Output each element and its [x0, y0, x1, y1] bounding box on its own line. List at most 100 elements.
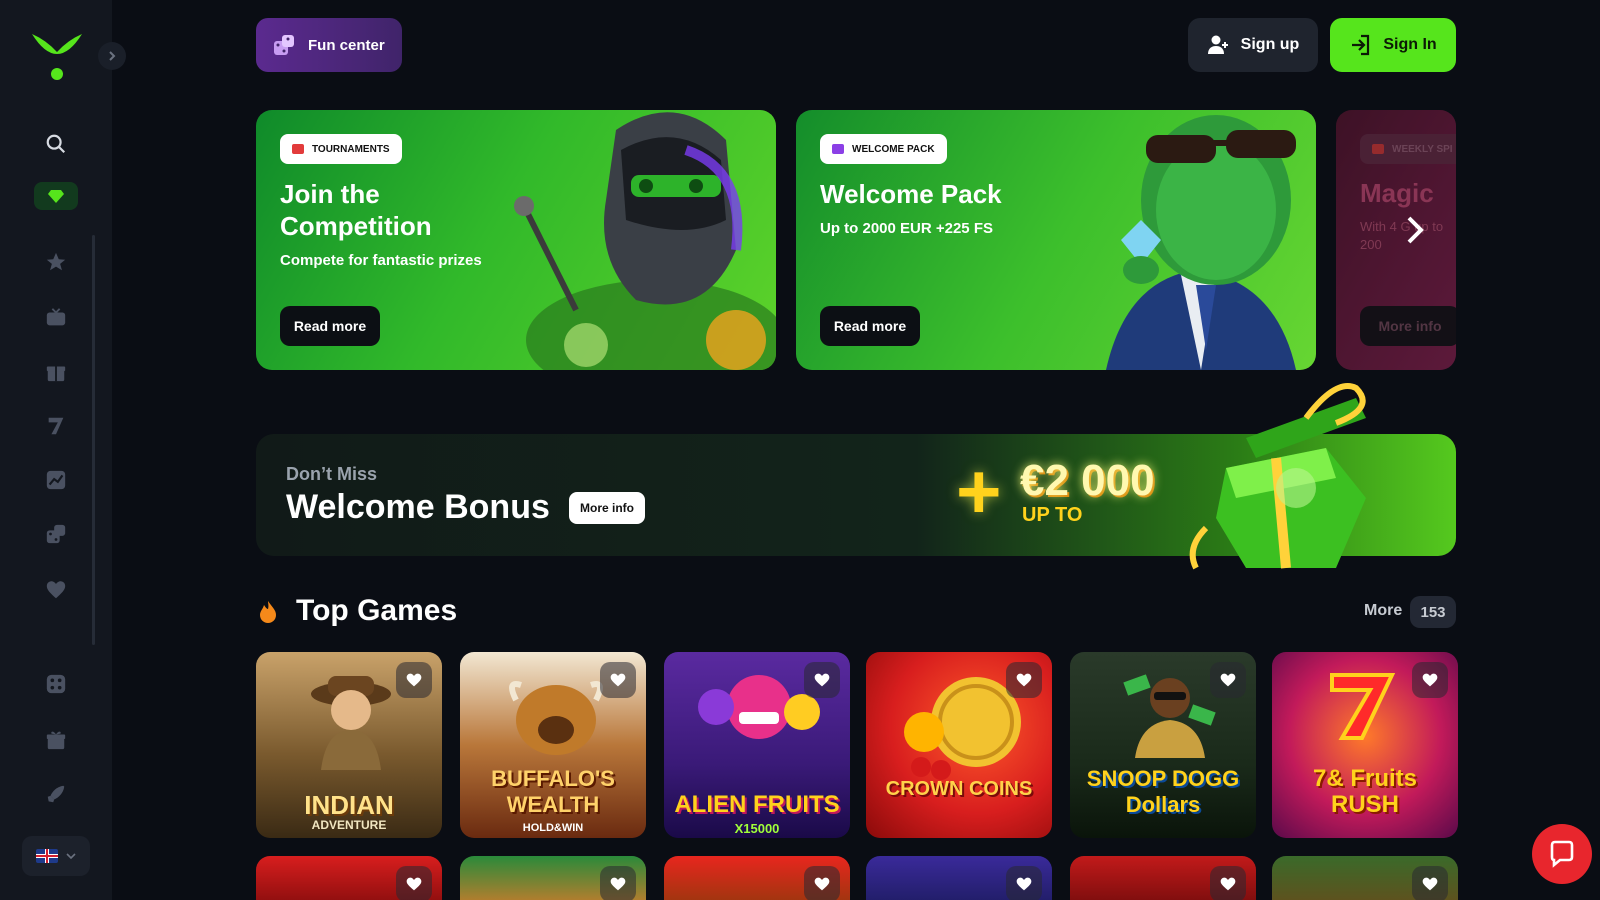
sidebar-expand-button[interactable]	[98, 42, 126, 70]
tv-icon[interactable]	[42, 304, 70, 332]
card-overlay	[1336, 110, 1456, 370]
favorite-button[interactable]	[1006, 866, 1042, 900]
rocket-icon[interactable]	[42, 780, 70, 808]
game-title: ALIEN FRUITS	[674, 791, 840, 818]
heart-icon	[1220, 877, 1236, 891]
game-tile[interactable]	[1070, 856, 1256, 900]
more-games-link[interactable]: More	[1364, 602, 1402, 620]
fun-center-button[interactable]: Fun center	[256, 18, 402, 72]
game-title: INDIAN	[304, 790, 394, 820]
promo-title: Join the Competition	[280, 179, 432, 241]
buffalo-illustration	[509, 681, 603, 755]
favorite-button[interactable]	[1210, 866, 1246, 900]
favorite-button[interactable]	[396, 662, 432, 698]
chat-icon	[1550, 840, 1574, 868]
chart-icon[interactable]	[42, 466, 70, 494]
promo-card-welcome-pack[interactable]: WELCOME PACK Welcome Pack Up to 2000 EUR…	[796, 110, 1316, 370]
favorite-button[interactable]	[1006, 662, 1042, 698]
favorite-button[interactable]	[804, 866, 840, 900]
game-tile-fruits-rush[interactable]: 7& Fruits RUSH	[1272, 652, 1458, 838]
heart-icon	[814, 673, 830, 687]
game-tile[interactable]	[256, 856, 442, 900]
welcome-bonus-banner[interactable]: Don’t Miss Welcome Bonus More info + €2 …	[256, 383, 1456, 570]
heart-icon	[406, 673, 422, 687]
gift-box-illustration	[1189, 383, 1366, 570]
game-title: BUFFALO'S WEALTH	[491, 766, 615, 817]
dice-icon	[274, 35, 294, 55]
sidebar-scrollbar[interactable]	[92, 235, 95, 645]
promo-card-tournaments[interactable]: TOURNAMENTS Join the Competition Compete…	[256, 110, 776, 370]
read-more-button[interactable]: Read more	[280, 306, 380, 346]
game-tile-alien-fruits[interactable]: ALIEN FRUITS X15000	[664, 652, 850, 838]
gift-box-icon[interactable]	[42, 358, 70, 386]
bonus-amount: €2 000	[1020, 456, 1155, 505]
games-count-badge[interactable]: 153	[1410, 596, 1456, 628]
sign-in-icon	[1352, 34, 1370, 56]
bonus-plus-sign: +	[956, 447, 1002, 535]
gift-icon[interactable]	[42, 726, 70, 754]
heart-icon	[1016, 877, 1032, 891]
game-tile-snoop-dogg-dollars[interactable]: SNOOP DOGG Dollars	[1070, 652, 1256, 838]
promo-tag-label: WELCOME PACK	[852, 143, 935, 155]
favorite-button[interactable]	[600, 866, 636, 900]
search-icon[interactable]	[42, 130, 70, 158]
game-tile-indian-adventure[interactable]: INDIAN ADVENTURE	[256, 652, 442, 838]
sidebar	[0, 0, 126, 900]
favorite-button[interactable]	[1412, 662, 1448, 698]
favorite-button[interactable]	[804, 662, 840, 698]
seven-icon[interactable]	[42, 412, 70, 440]
sign-up-label: Sign up	[1240, 36, 1300, 53]
promo-subtitle: Up to 2000 EUR +225 FS	[820, 220, 993, 237]
promo-tag: TOURNAMENTS	[280, 134, 402, 164]
heart-icon	[1220, 673, 1236, 687]
fire-icon	[260, 601, 276, 623]
ticket-icon	[292, 144, 304, 154]
star-icon[interactable]	[42, 248, 70, 276]
game-title: SNOOP DOGG Dollars	[1086, 766, 1240, 817]
heart-icon	[814, 877, 830, 891]
vip-gem-button[interactable]	[34, 182, 78, 210]
sign-in-button[interactable]: Sign In	[1330, 18, 1456, 72]
top-games-title: Top Games	[296, 594, 458, 627]
bonus-title: Welcome Bonus	[286, 488, 550, 526]
heart-icon	[1016, 673, 1032, 687]
game-subtitle: HOLD&WIN	[522, 822, 584, 834]
live-chat-button[interactable]	[1532, 824, 1592, 884]
favorite-button[interactable]	[1412, 866, 1448, 900]
game-tile[interactable]	[664, 856, 850, 900]
heart-icon	[1422, 877, 1438, 891]
game-tile-crown-coins[interactable]: CROWN COINS	[866, 652, 1052, 838]
read-more-button[interactable]: Read more	[820, 306, 920, 346]
sign-up-button[interactable]: Sign up	[1188, 18, 1318, 72]
bonus-eyebrow: Don’t Miss	[286, 464, 378, 484]
carousel-next-button[interactable]	[1400, 210, 1430, 250]
promo-tag-label: TOURNAMENTS	[312, 143, 390, 155]
game-title: 7& Fruits RUSH	[1312, 765, 1417, 818]
heart-icon	[1422, 673, 1438, 687]
bonus-up-to: UP TO	[1022, 504, 1083, 526]
fun-center-label: Fun center	[308, 36, 385, 54]
game-tile[interactable]	[1272, 856, 1458, 900]
more-info-button[interactable]: More info	[569, 492, 645, 524]
heart-icon[interactable]	[42, 576, 70, 604]
heart-icon	[610, 673, 626, 687]
knight-illustration	[514, 112, 776, 370]
explorer-illustration	[311, 676, 391, 770]
game-tile[interactable]	[866, 856, 1052, 900]
game-subtitle: X15000	[734, 821, 780, 836]
seven-illustration	[1330, 673, 1396, 740]
favorite-button[interactable]	[600, 662, 636, 698]
gem-icon	[48, 190, 64, 203]
favorite-button[interactable]	[1210, 662, 1246, 698]
game-tile[interactable]	[460, 856, 646, 900]
chevron-right-icon	[1407, 216, 1424, 244]
dice-face-icon[interactable]	[42, 670, 70, 698]
game-tile-buffalos-wealth[interactable]: BUFFALO'S WEALTH HOLD&WIN	[460, 652, 646, 838]
chevron-right-icon	[109, 51, 116, 61]
language-selector[interactable]	[22, 836, 90, 876]
brand-logo[interactable]	[30, 30, 84, 82]
dice-icon[interactable]	[42, 520, 70, 548]
favorite-button[interactable]	[396, 866, 432, 900]
gift-icon	[832, 144, 844, 154]
promo-card-weekly[interactable]: WEEKLY SPI Magic With 4 G up to 200 More…	[1336, 110, 1456, 370]
